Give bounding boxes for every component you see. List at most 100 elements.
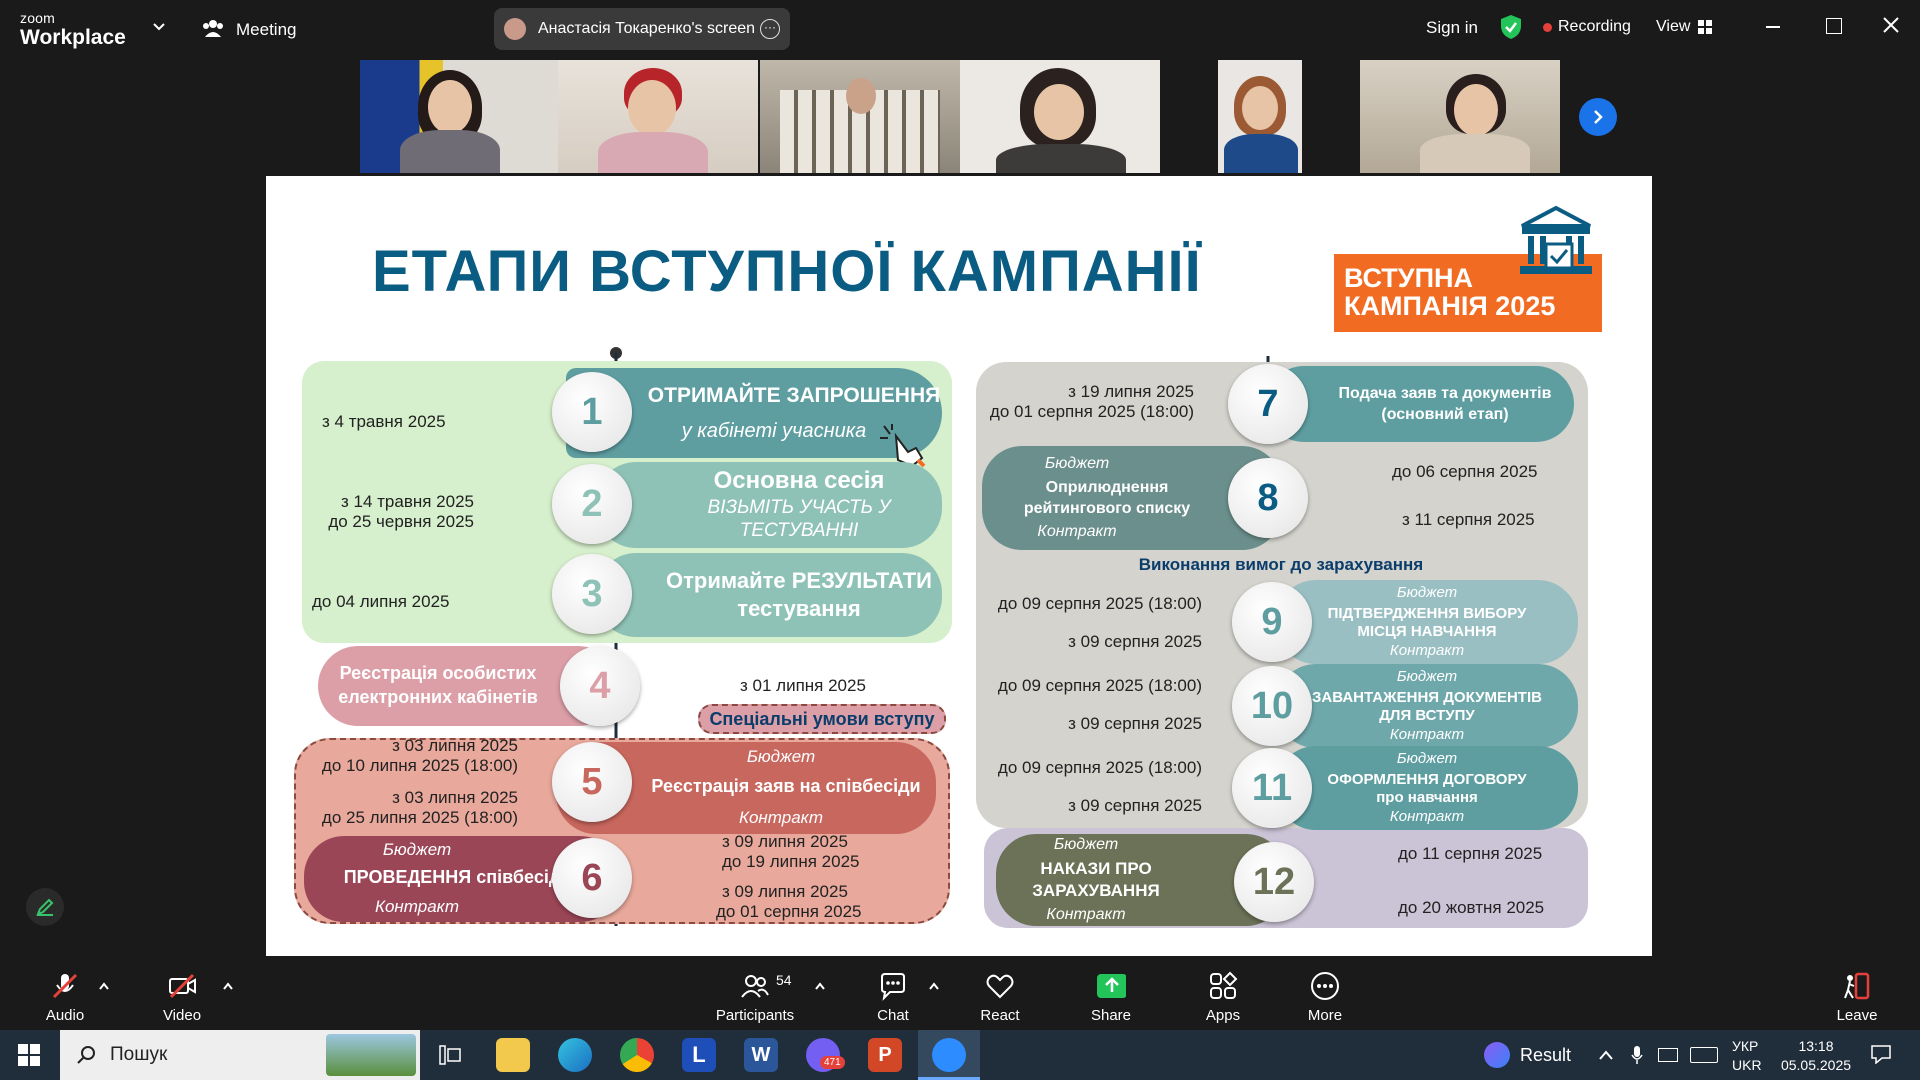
step-7-number: 7 — [1228, 364, 1308, 444]
sign-in-link[interactable]: Sign in — [1426, 18, 1478, 38]
step-11-card: Бюджет ОФОРМЛЕННЯ ДОГОВОРУ про навчання … — [1276, 746, 1578, 830]
step-2-number: 2 — [552, 464, 632, 544]
participant-video[interactable] — [558, 60, 758, 173]
microphone-tray-icon[interactable] — [1630, 1045, 1644, 1065]
annotate-button[interactable] — [26, 888, 64, 926]
step-12-contract-date: до 20 жовтня 2025 — [1398, 898, 1545, 917]
restore-icon[interactable] — [1826, 18, 1842, 34]
apps-icon — [1208, 971, 1238, 1001]
step-2-date-end: до 25 червня 2025 — [328, 512, 474, 531]
chat-button[interactable]: Chat — [868, 958, 918, 1030]
step-9-budget-date: до 09 серпня 2025 (18:00) — [997, 594, 1202, 613]
participant-video[interactable] — [360, 60, 558, 173]
notifications-icon[interactable] — [1870, 1044, 1892, 1065]
recording-dot-icon — [1543, 23, 1552, 32]
participants-chevron-icon[interactable] — [814, 978, 826, 990]
windows-taskbar: Пошук L W 471 P Result УКР UKR 13:18 05.… — [0, 1030, 1920, 1080]
lingvo-icon[interactable]: L — [682, 1038, 716, 1072]
step-3-number: 3 — [552, 554, 632, 634]
zoom-taskbar-active[interactable] — [918, 1030, 980, 1080]
participant-video[interactable] — [960, 60, 1160, 173]
participant-video[interactable] — [1360, 60, 1560, 173]
step-6-number: 6 — [552, 838, 632, 918]
requirements-label: Виконання вимог до зарахування — [1138, 555, 1424, 574]
recording-label[interactable]: Recording — [1558, 18, 1631, 36]
step-2-card: Основна сесія ВІЗЬМІТЬ УЧАСТЬ У ТЕСТУВАН… — [596, 462, 942, 548]
copilot-result-icon[interactable] — [1484, 1042, 1510, 1068]
edge-icon[interactable] — [558, 1038, 592, 1072]
participant-video[interactable] — [1218, 60, 1302, 173]
step-6-contract-end: до 01 серпня 2025 — [716, 902, 862, 921]
step-1-number: 1 — [552, 372, 632, 452]
search-highlight-image — [326, 1034, 416, 1076]
step-5-contract-end: до 25 липня 2025 (18:00) — [321, 808, 518, 827]
view-button[interactable]: View — [1656, 18, 1690, 36]
close-icon[interactable] — [1882, 16, 1900, 34]
leave-icon — [1842, 971, 1872, 1001]
participants-button[interactable]: Participants — [712, 958, 798, 1030]
mic-muted-icon — [50, 971, 80, 1001]
step-8-number: 8 — [1228, 458, 1308, 538]
step-12-number: 12 — [1234, 842, 1314, 922]
step-6-budget-start: з 09 липня 2025 — [722, 832, 848, 851]
file-explorer-icon[interactable] — [496, 1038, 530, 1072]
participant-video[interactable] — [760, 60, 960, 173]
pencil-icon — [36, 898, 54, 916]
audio-button[interactable]: Audio — [40, 958, 90, 1030]
powerpoint-icon[interactable]: P — [868, 1038, 902, 1072]
meeting-label[interactable]: Meeting — [236, 20, 296, 40]
video-button[interactable]: Video — [157, 958, 207, 1030]
apps-button[interactable]: Apps — [1198, 958, 1248, 1030]
zoom-app-icon — [932, 1038, 966, 1072]
windows-start-icon[interactable] — [18, 1044, 40, 1066]
step-11-number: 11 — [1232, 748, 1312, 828]
step-7-date-end: до 01 серпня 2025 (18:00) — [989, 402, 1194, 421]
security-shield-icon[interactable] — [1500, 14, 1522, 40]
step-7-card: Подача заяв та документів (основний етап… — [1266, 366, 1574, 442]
step-6-budget-end: до 19 липня 2025 — [722, 852, 860, 871]
step-5-contract-start: з 03 липня 2025 — [392, 788, 518, 807]
battery-icon[interactable] — [1658, 1048, 1678, 1062]
chrome-icon[interactable] — [620, 1038, 654, 1072]
share-screen-icon — [1096, 971, 1126, 1001]
clock[interactable]: 13:18 05.05.2025 — [1774, 1037, 1858, 1075]
audio-options-chevron-icon[interactable] — [98, 978, 110, 990]
more-button[interactable]: More — [1300, 958, 1350, 1030]
language-indicator[interactable]: УКР UKR — [1732, 1037, 1762, 1075]
grid-view-icon[interactable] — [1698, 20, 1712, 34]
video-off-icon — [167, 971, 197, 1001]
tray-chevron-icon[interactable] — [1598, 1048, 1614, 1060]
screen-share-indicator[interactable]: Анастасія Токаренко's screen ··· — [494, 8, 790, 50]
step-4-number: 4 — [560, 646, 640, 726]
participant-strip — [360, 60, 1560, 173]
leave-button[interactable]: Leave — [1832, 958, 1882, 1030]
keyboard-icon[interactable] — [1690, 1047, 1718, 1063]
presenter-avatar — [504, 18, 526, 40]
participants-icon — [740, 971, 770, 1001]
chat-chevron-icon[interactable] — [928, 978, 940, 990]
minimize-icon[interactable] — [1766, 26, 1780, 28]
share-label: Анастасія Токаренко's screen — [538, 20, 756, 37]
chevron-right-icon — [1594, 110, 1603, 124]
step-8-contract-date: з 11 серпня 2025 — [1402, 510, 1535, 529]
video-options-chevron-icon[interactable] — [222, 978, 234, 990]
meeting-icon — [202, 17, 224, 39]
react-button[interactable]: React — [975, 958, 1025, 1030]
result-label[interactable]: Result — [1520, 1045, 1571, 1066]
step-10-budget-date: до 09 серпня 2025 (18:00) — [997, 676, 1202, 695]
step-11-contract-date: з 09 серпня 2025 — [1068, 796, 1202, 815]
shared-slide: ЕТАПИ ВСТУПНОЇ КАМПАНІЇ ВСТУПНА КАМПАНІЯ… — [266, 176, 1652, 956]
step-9-number: 9 — [1232, 582, 1312, 662]
share-screen-button[interactable]: Share — [1086, 958, 1136, 1030]
word-icon[interactable]: W — [744, 1038, 778, 1072]
next-page-button[interactable] — [1579, 98, 1617, 136]
step-7-date-start: з 19 липня 2025 — [1068, 382, 1194, 401]
meeting-controls: Audio Video Participants 54 Chat React S… — [0, 958, 1920, 1030]
step-5-budget-end: до 10 липня 2025 (18:00) — [321, 756, 518, 775]
step-9-card: Бюджет ПІДТВЕРДЖЕННЯ ВИБОРУ МІСЦЯ НАВЧАН… — [1276, 580, 1578, 664]
more-options-icon[interactable]: ··· — [760, 19, 780, 39]
step-3-card: Отримайте РЕЗУЛЬТАТИ тестування — [596, 553, 942, 637]
chevron-down-icon[interactable] — [152, 20, 166, 34]
taskbar-search[interactable]: Пошук — [60, 1030, 420, 1080]
task-view-icon[interactable] — [438, 1044, 462, 1066]
